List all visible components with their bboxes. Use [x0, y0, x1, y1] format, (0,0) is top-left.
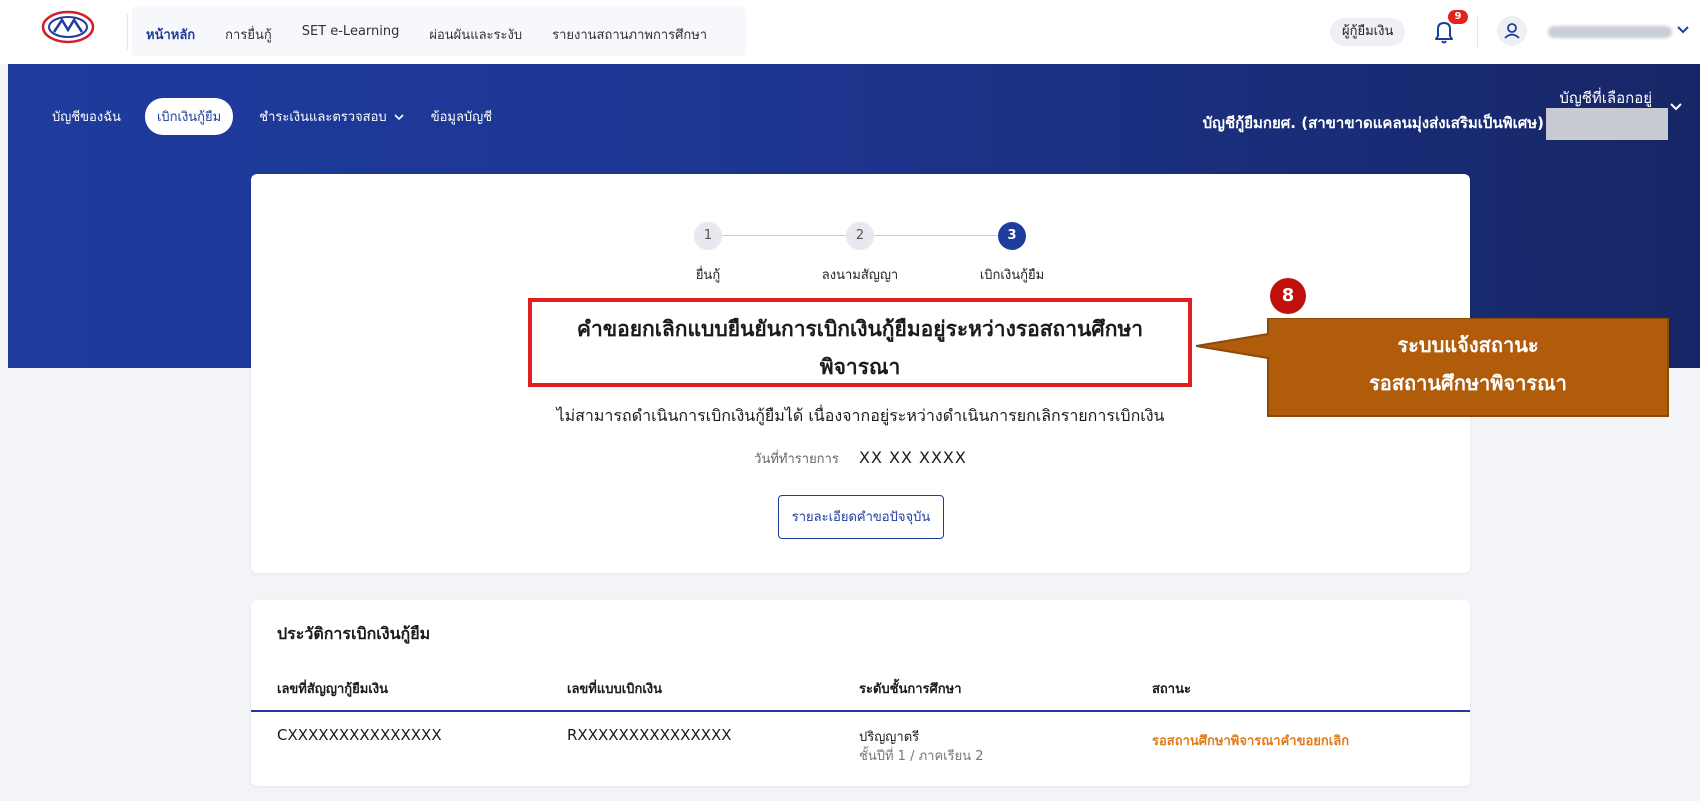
chevron-down-icon — [394, 113, 404, 120]
step-1: 1 — [694, 222, 722, 250]
subnav-my-account[interactable]: บัญชีของฉัน — [52, 106, 121, 127]
col-form-no: เลขที่แบบเบิกเงิน — [567, 682, 662, 697]
cell-status: รอสถานศึกษาพิจารณาคำขอยกเลิก — [1152, 734, 1350, 749]
user-name-redacted — [1548, 26, 1672, 38]
borrower-role-pill[interactable]: ผู้กู้ยืมเงิน — [1330, 18, 1406, 46]
step-1-label: ยื่นกู้ — [695, 268, 721, 283]
step-connector — [722, 235, 846, 236]
table-header-divider — [251, 710, 1470, 712]
subnav-payment-check[interactable]: ชำระเงินและตรวจสอบ — [259, 106, 404, 127]
step-2-label: ลงนามสัญญา — [821, 268, 899, 283]
transaction-date-row: วันที่ทำรายการ XX XX XXXX — [251, 448, 1470, 469]
topnav-education-report[interactable]: รายงานสถานภาพการศึกษา — [552, 24, 707, 45]
selected-account-name[interactable]: บัญชีกู้ยืมกยศ. (สาขาขาดแคลนมุ่งส่งเสริม… — [1203, 111, 1544, 135]
col-edu-level: ระดับชั้นการศึกษา — [859, 682, 962, 697]
kyc-logo[interactable] — [40, 10, 96, 44]
current-request-detail-button[interactable]: รายละเอียดคำขอปัจจุบัน — [778, 495, 944, 539]
account-number-redacted — [1546, 108, 1668, 140]
chevron-down-icon[interactable] — [1668, 98, 1684, 114]
cell-edu-level-main: ปริญญาตรี — [859, 730, 920, 745]
selected-account-label: บัญชีที่เลือกอยู่ — [1559, 89, 1652, 107]
cell-form-no: RXXXXXXXXXXXXXXX — [567, 726, 732, 744]
transaction-date-value: XX XX XXXX — [858, 448, 967, 467]
status-title-line1: คำขอยกเลิกแบบยืนยันการเบิกเงินกู้ยืมอยู่… — [576, 317, 1144, 341]
subnav-account-info[interactable]: ข้อมูลบัญชี — [431, 106, 492, 127]
step-2: 2 — [846, 222, 874, 250]
subnav-disburse-loan[interactable]: เบิกเงินกู้ยืม — [144, 98, 234, 135]
history-title: ประวัติการเบิกเงินกู้ยืม — [277, 624, 431, 643]
status-title: คำขอยกเลิกแบบยืนยันการเบิกเงินกู้ยืมอยู่… — [532, 310, 1188, 386]
chevron-down-icon[interactable] — [1676, 22, 1690, 36]
notification-badge: 9 — [1448, 10, 1468, 24]
subnav-label: ชำระเงินและตรวจสอบ — [259, 110, 387, 125]
sub-navigation: บัญชีของฉัน เบิกเงินกู้ยืม ชำระเงินและตร… — [52, 98, 518, 135]
subnav-label: บัญชีของฉัน — [52, 110, 121, 125]
user-icon — [1504, 23, 1520, 39]
top-navigation: หน้าหลัก การยื่นกู้ SET e-Learning ผ่อนผ… — [146, 24, 737, 45]
progress-stepper: 1 2 3 ยื่นกู้ ลงนามสัญญา เบิกเงินกู้ยืม — [694, 222, 1044, 283]
cell-edu-level: ปริญญาตรี ชั้นปีที่ 1 / ภาคเรียน 2 — [859, 728, 983, 766]
cell-contract-no: CXXXXXXXXXXXXXXX — [277, 726, 442, 744]
subnav-label: เบิกเงินกู้ยืม — [156, 110, 222, 125]
col-status: สถานะ — [1152, 682, 1191, 697]
topnav-deferment[interactable]: ผ่อนผันและระงับ — [429, 24, 522, 45]
step-3: 3 — [998, 222, 1026, 250]
step-connector — [874, 235, 998, 236]
subnav-label: ข้อมูลบัญชี — [430, 110, 493, 125]
status-title-line2: พิจารณา — [819, 355, 901, 379]
topnav-elearning[interactable]: SET e-Learning — [302, 24, 400, 45]
cell-edu-level-detail: ชั้นปีที่ 1 / ภาคเรียน 2 — [859, 749, 984, 764]
callout-line2: รอสถานศึกษาพิจารณา — [1369, 371, 1567, 395]
user-avatar[interactable] — [1497, 16, 1527, 46]
topbar-divider-right — [1477, 16, 1478, 48]
topnav-apply-loan[interactable]: การยื่นกู้ — [225, 24, 272, 45]
step-3-label: เบิกเงินกู้ยืม — [979, 268, 1045, 283]
col-contract-no: เลขที่สัญญากู้ยืมเงิน — [277, 682, 388, 697]
callout-text: ระบบแจ้งสถานะ รอสถานศึกษาพิจารณา — [1268, 326, 1668, 402]
transaction-date-label: วันที่ทำรายการ — [754, 452, 839, 467]
topnav-home[interactable]: หน้าหลัก — [146, 24, 195, 45]
callout-line1: ระบบแจ้งสถานะ — [1397, 333, 1539, 357]
topbar-divider — [127, 14, 128, 50]
callout-number-badge: 8 — [1270, 278, 1306, 314]
